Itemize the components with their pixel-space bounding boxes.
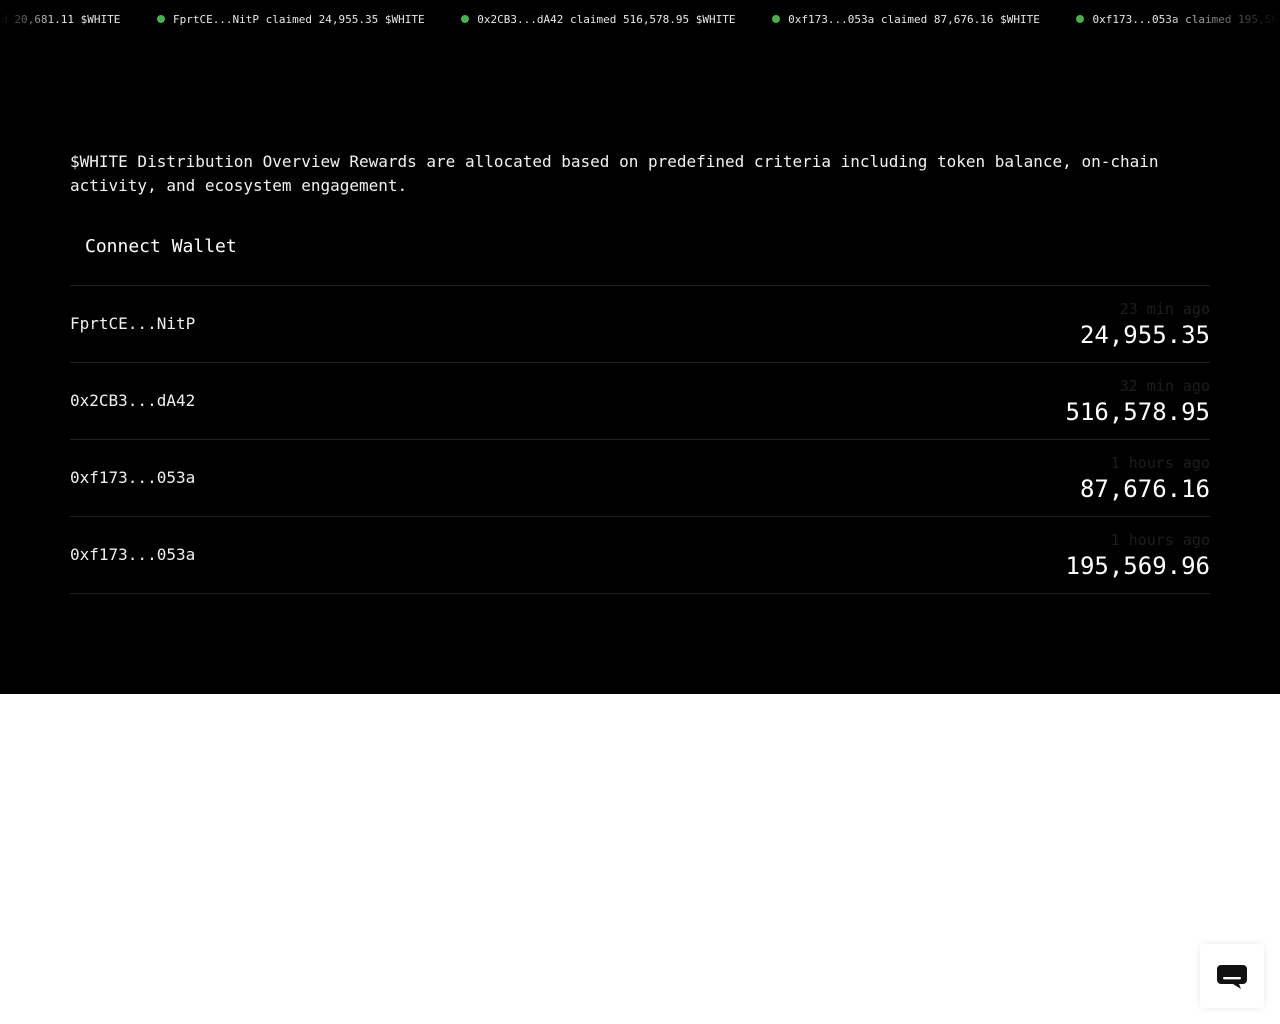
claim-address: 0x2CB3...dA42 (70, 391, 196, 410)
claim-details: 23 min ago 24,955.35 (1080, 300, 1210, 352)
ticker-item: FprtCE...NitP claimed 24,955.35 $WHITE (156, 13, 425, 27)
status-dot-icon (461, 15, 470, 23)
claim-address: FprtCE...NitP (70, 314, 196, 333)
claims-list: FprtCE...NitP 23 min ago 24,955.35 0x2CB… (70, 285, 1210, 594)
claim-amount: 87,676.16 (1079, 475, 1210, 503)
ticker-track: laimed 20,681.11 $WHITE FprtCE...NitP cl… (0, 13, 1280, 27)
ticker-item: 0xf173...053a claimed 87,676.16 $WHITE (772, 13, 1040, 27)
ticker-item: 0x2CB3...dA42 claimed 516,578.95 $WHITE (461, 13, 736, 27)
connect-wallet-button[interactable]: Connect Wallet (70, 230, 252, 264)
claim-time: 1 hours ago (1110, 454, 1210, 472)
claim-address: 0xf173...053a (70, 468, 196, 487)
status-dot-icon (156, 15, 165, 23)
claim-amount: 24,955.35 (1079, 321, 1210, 349)
claim-row: 0xf173...053a 1 hours ago 87,676.16 (70, 440, 1210, 517)
claim-row: 0x2CB3...dA42 32 min ago 516,578.95 (70, 363, 1210, 440)
claim-row: FprtCE...NitP 23 min ago 24,955.35 (70, 286, 1210, 363)
claim-time: 23 min ago (1119, 300, 1210, 318)
claim-amount: 195,569.96 (1065, 552, 1211, 580)
ticker-fade-left (0, 0, 60, 40)
distribution-overview-text: $WHITE Distribution Overview Rewards are… (70, 152, 1159, 195)
status-dot-icon (1076, 15, 1085, 23)
claim-address: 0xf173...053a (70, 545, 196, 564)
status-dot-icon (772, 15, 781, 23)
claims-ticker: laimed 20,681.11 $WHITE FprtCE...NitP cl… (0, 0, 1280, 40)
claim-amount: 516,578.95 (1065, 398, 1211, 426)
main-section: laimed 20,681.11 $WHITE FprtCE...NitP cl… (0, 0, 1280, 694)
claim-details: 32 min ago 516,578.95 (1066, 377, 1211, 429)
claim-time: 1 hours ago (1110, 531, 1210, 549)
claim-details: 1 hours ago 195,569.96 (1066, 531, 1211, 583)
claim-details: 1 hours ago 87,676.16 (1080, 454, 1210, 506)
ticker-fade-right (1160, 0, 1280, 40)
chat-bubble-icon (1217, 965, 1247, 989)
claim-time: 32 min ago (1119, 377, 1210, 395)
claim-row: 0xf173...053a 1 hours ago 195,569.96 (70, 517, 1210, 594)
chat-launcher-button[interactable] (1200, 944, 1264, 1008)
